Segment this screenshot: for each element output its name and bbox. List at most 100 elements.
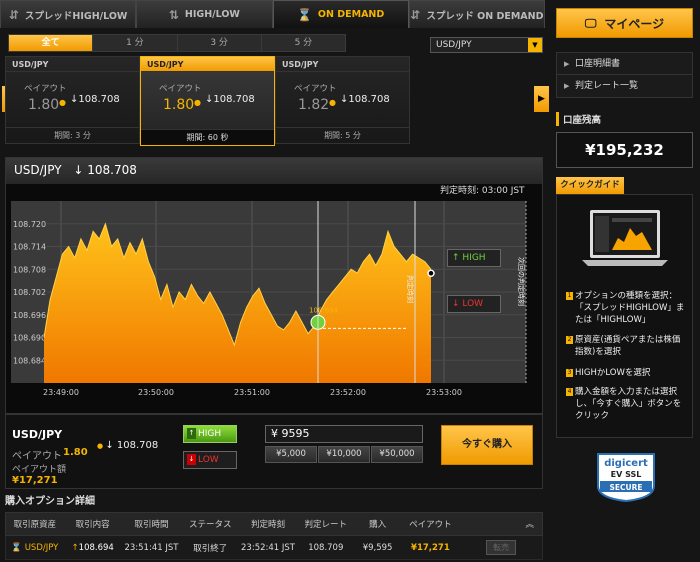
- judge-time-label: 判定時刻: [406, 275, 415, 303]
- card-payout-label: ペイアウト: [294, 84, 337, 94]
- high-button[interactable]: ↑ HIGH: [183, 425, 237, 443]
- details-table: 取引原資産 取引内容 取引時間 ステータス 判定時刻 判定レート 購入 ペイアウ…: [5, 512, 543, 560]
- buy-now-button[interactable]: 今すぐ購入: [441, 425, 533, 465]
- quick-amount-10000[interactable]: ¥10,000: [318, 446, 370, 463]
- order-payout-label: ペイアウト: [12, 451, 62, 462]
- spread-arrows-icon: ⇵: [410, 7, 421, 22]
- option-card[interactable]: USD/JPY ペイアウト 1.82 ● ↓108.708 期間: 5 分: [275, 56, 410, 144]
- option-cards: USD/JPY ペイアウト 1.80 ● ↓108.708 期間: 3 分 US…: [5, 56, 410, 146]
- quick-guide-tab[interactable]: クイックガイド: [556, 177, 624, 194]
- hourglass-icon: ⌛: [11, 542, 25, 553]
- y-tick-label: 108.714: [13, 243, 46, 252]
- order-amount: ¥17,271: [12, 475, 58, 486]
- arrow-down-icon: ↓: [187, 454, 196, 465]
- tab-highlow[interactable]: ⇅ HIGH/LOW: [136, 0, 273, 28]
- balance-value: ¥195,232: [556, 132, 693, 168]
- spread-arrows-icon: ⇵: [8, 7, 19, 22]
- arrow-down-icon: ↓: [452, 299, 463, 309]
- balance-label: 口座残高: [556, 112, 601, 126]
- dot-icon: ●: [194, 98, 201, 107]
- carousel-next-button[interactable]: ▶: [534, 86, 549, 112]
- arrow-up-icon: ↑: [452, 253, 463, 263]
- tab-spread-highlow[interactable]: ⇵ スプレッドHIGH/LOW: [0, 0, 137, 28]
- x-tick-label: 23:50:00: [138, 388, 174, 397]
- chart-rate: ↓ 108.708: [73, 163, 137, 177]
- ev-ssl-seal: digicert EV SSL SECURE: [597, 453, 655, 502]
- amount-input[interactable]: ¥ 9595: [265, 425, 423, 443]
- monitor-user-icon: 🖵: [584, 15, 597, 30]
- laptop-icon: [582, 210, 668, 266]
- guide-step-1: 1 オプションの種類を選択：「スプレッドHIGHLOW」または「HIGHLOW」: [566, 291, 685, 325]
- row-time: 23:51:41 JST: [124, 542, 179, 553]
- pair-select[interactable]: USD/JPY ▼: [430, 37, 543, 53]
- side-links: ▶ 口座明細書 ▶ 判定レート一覧: [556, 52, 693, 98]
- row-status: 取引終了: [193, 543, 228, 554]
- period-tab-1min[interactable]: 1 分: [93, 35, 178, 51]
- ssl-line2: EV SSL: [611, 470, 642, 479]
- hourglass-icon: ⌛: [296, 7, 312, 22]
- dot-icon: ●: [329, 98, 336, 107]
- chart-low-button[interactable]: ↓ LOW: [447, 295, 501, 313]
- low-button[interactable]: ↓ LOW: [183, 451, 237, 469]
- y-tick-label: 108.696: [13, 311, 46, 320]
- period-tabs: 全て 1 分 3 分 5 分: [8, 34, 346, 52]
- option-card[interactable]: USD/JPY ペイアウト 1.80 ● ↓108.708 期間: 3 分: [5, 56, 140, 144]
- card-period: 期間: 60 秒: [141, 129, 274, 145]
- card-payout-label: ペイアウト: [159, 84, 202, 94]
- card-period: 期間: 5 分: [276, 127, 409, 143]
- x-tick-label: 23:53:00: [426, 388, 462, 397]
- y-tick-label: 108.708: [13, 265, 46, 274]
- table-header: 取引原資産 取引内容 取引時間 ステータス 判定時刻 判定レート 購入 ペイアウ…: [5, 512, 543, 536]
- card-pair: USD/JPY: [141, 57, 274, 72]
- card-payout: 1.80: [28, 97, 60, 113]
- next-judge-label: 次回の判定時刻: [517, 257, 526, 306]
- chart-high-button[interactable]: ↑ HIGH: [447, 249, 501, 267]
- guide-step-3: 3 HIGHかLOWを選択: [566, 368, 651, 378]
- chart-header: USD/JPY ↓ 108.708: [6, 158, 542, 184]
- details-title: 購入オプション詳細: [5, 496, 95, 507]
- card-rate: ↓108.708: [340, 94, 390, 105]
- order-amount-label: ペイアウト額: [12, 465, 67, 475]
- order-pair: USD/JPY: [12, 428, 63, 441]
- dot-icon: ●: [97, 442, 106, 450]
- chevron-right-icon: ▶: [538, 94, 545, 104]
- row-content: ↑108.694: [71, 542, 114, 553]
- y-tick-label: 108.690: [13, 334, 46, 343]
- card-rate: ↓108.708: [205, 94, 255, 105]
- updown-arrows-icon: ⇅: [168, 7, 179, 22]
- order-rate: ● ↓ 108.708: [97, 440, 159, 451]
- ssl-line1: digicert: [604, 458, 648, 469]
- y-tick-label: 108.702: [13, 288, 46, 297]
- guide-step-4: 4 購入金額を入力または選択し、「今すぐ購入」ボタンをクリック: [566, 387, 682, 421]
- chart-pair: USD/JPY: [14, 163, 62, 177]
- row-purchase: ¥9,595: [362, 542, 393, 553]
- quick-amount-5000[interactable]: ¥5,000: [265, 446, 317, 463]
- y-tick-label: 108.684: [13, 356, 46, 365]
- ssl-line3: SECURE: [609, 483, 642, 492]
- y-tick-label: 108.720: [13, 220, 46, 229]
- link-statement[interactable]: ▶ 口座明細書: [557, 53, 692, 75]
- quick-amount-50000[interactable]: ¥50,000: [371, 446, 423, 463]
- period-tab-all[interactable]: 全て: [9, 35, 94, 51]
- arrow-up-icon: ↑: [71, 542, 79, 553]
- card-pair: USD/JPY: [276, 57, 409, 72]
- row-judge: 23:52:41 JST: [241, 542, 295, 553]
- x-tick-label: 23:51:00: [234, 388, 270, 397]
- x-tick-label: 23:49:00: [43, 388, 79, 397]
- card-payout: 1.82: [298, 97, 330, 113]
- table-row: ⌛ USD/JPY ↑108.694 23:51:41 JST 取引終了 23:…: [5, 536, 543, 560]
- guide-step-2: 2 原資産(通貨ペアまたは株価指数)を選択: [566, 335, 681, 357]
- chevron-right-icon: ▶: [564, 82, 570, 90]
- x-tick-label: 23:52:00: [330, 388, 366, 397]
- entry-label: 108.694: [309, 306, 338, 314]
- mypage-button[interactable]: 🖵 マイページ: [556, 8, 693, 38]
- current-price-dot: [427, 269, 435, 277]
- option-card-selected[interactable]: USD/JPY ペイアウト 1.80 ● ↓108.708 期間: 60 秒: [140, 56, 275, 146]
- collapse-icon[interactable]: ︽: [460, 518, 542, 530]
- link-judge-rates[interactable]: ▶ 判定レート一覧: [557, 75, 692, 97]
- period-tab-3min[interactable]: 3 分: [178, 35, 262, 51]
- resell-button[interactable]: 転売: [486, 540, 517, 555]
- period-tab-5min[interactable]: 5 分: [262, 35, 345, 51]
- tab-spread-on-demand[interactable]: ⇵ スプレッド ON DEMAND: [408, 0, 545, 28]
- tab-on-demand[interactable]: ⌛ ON DEMAND: [272, 0, 409, 28]
